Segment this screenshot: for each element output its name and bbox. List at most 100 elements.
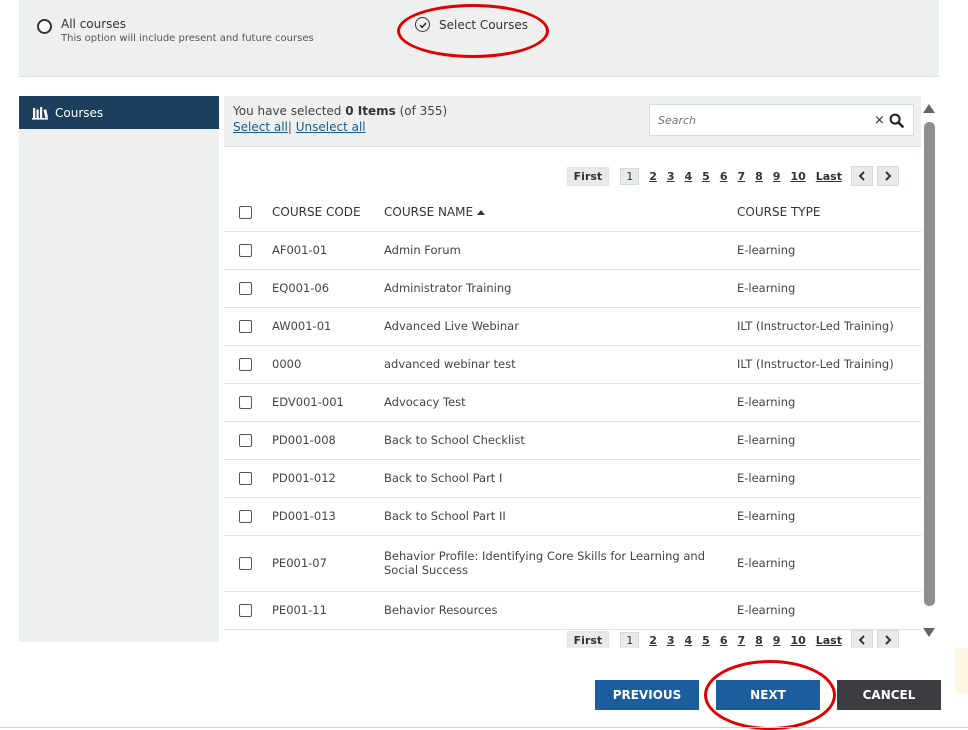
select-courses-label: Select Courses	[439, 17, 528, 32]
page-button[interactable]: 4	[685, 170, 693, 183]
table-row[interactable]: EDV001-001 Advocacy Test E-learning	[224, 383, 921, 422]
next-page-chevron-right-icon[interactable]	[877, 630, 899, 648]
select-all-header-cell	[224, 193, 272, 232]
table-row[interactable]: PD001-013 Back to School Part II E-learn…	[224, 497, 921, 536]
course-type: E-learning	[737, 231, 921, 270]
table-row[interactable]: AW001-01 Advanced Live Webinar ILT (Inst…	[224, 307, 921, 346]
page-button[interactable]: 8	[755, 170, 763, 183]
prev-page-chevron-left-icon[interactable]	[851, 166, 873, 186]
table-row[interactable]: AF001-01 Admin Forum E-learning	[224, 231, 921, 270]
course-type: E-learning	[737, 497, 921, 536]
selection-header: You have selected 0 Items (of 355) Selec…	[224, 96, 921, 147]
search-icon[interactable]	[889, 113, 904, 128]
first-page-button[interactable]: First	[566, 630, 610, 648]
course-type: E-learning	[737, 421, 921, 460]
row-checkbox[interactable]	[239, 244, 252, 257]
courses-tab[interactable]: Courses	[19, 96, 219, 129]
page-button[interactable]: 5	[702, 634, 710, 647]
table-row[interactable]: EQ001-06 Administrator Training E-learni…	[224, 269, 921, 308]
course-type: E-learning	[737, 591, 921, 630]
radio-unselected-icon[interactable]	[37, 19, 52, 34]
page-button[interactable]: 7	[737, 170, 745, 183]
course-scope-options: All courses This option will include pre…	[19, 0, 939, 77]
courses-table: COURSE CODE COURSE NAME COURSE TYPE AF00…	[224, 193, 921, 630]
page-button[interactable]: 7	[737, 634, 745, 647]
selection-count: 0 Items	[345, 104, 396, 118]
row-checkbox[interactable]	[239, 396, 252, 409]
course-code: PD001-008	[272, 421, 384, 460]
all-courses-label: All courses	[61, 17, 127, 31]
pagination-bottom: First 1 2 3 4 5 6 7 8 9 10 Last	[562, 630, 899, 648]
search-input[interactable]	[658, 113, 868, 127]
cancel-button[interactable]: CANCEL	[837, 680, 941, 710]
course-code: PE001-07	[272, 535, 384, 592]
left-panel: Courses	[19, 96, 219, 642]
page-button[interactable]: 1	[620, 167, 640, 185]
table-row[interactable]: PE001-11 Behavior Resources E-learning	[224, 591, 921, 630]
page-button[interactable]: 10	[790, 170, 805, 183]
page-button[interactable]: 2	[649, 170, 657, 183]
page-button[interactable]: 10	[790, 634, 805, 647]
page-button[interactable]: 6	[720, 170, 728, 183]
selection-total: (of 355)	[395, 104, 448, 118]
all-courses-option[interactable]: All courses This option will include pre…	[37, 17, 314, 44]
course-type: E-learning	[737, 383, 921, 422]
course-code: EDV001-001	[272, 383, 384, 422]
page-button[interactable]: 9	[773, 170, 781, 183]
page-button[interactable]: 5	[702, 170, 710, 183]
page-button[interactable]: 2	[649, 634, 657, 647]
course-name: Behavior Resources	[384, 591, 737, 630]
table-row[interactable]: 0000 advanced webinar test ILT (Instruct…	[224, 345, 921, 384]
row-checkbox[interactable]	[239, 472, 252, 485]
course-code: EQ001-06	[272, 269, 384, 308]
row-checkbox[interactable]	[239, 282, 252, 295]
last-page-button[interactable]: Last	[816, 170, 842, 183]
page-button[interactable]: 1	[620, 631, 640, 648]
header-course-name[interactable]: COURSE NAME	[384, 193, 737, 232]
unselect-all-link[interactable]: Unselect all	[296, 120, 366, 134]
row-checkbox[interactable]	[239, 604, 252, 617]
last-page-button[interactable]: Last	[816, 634, 842, 647]
previous-button[interactable]: PREVIOUS	[595, 680, 699, 710]
course-name: Behavior Profile: Identifying Core Skill…	[384, 535, 737, 592]
page-button[interactable]: 3	[667, 170, 675, 183]
selection-prefix: You have selected	[233, 104, 346, 118]
table-row[interactable]: PE001-07 Behavior Profile: Identifying C…	[224, 535, 921, 592]
next-page-chevron-right-icon[interactable]	[877, 166, 899, 186]
row-checkbox[interactable]	[239, 434, 252, 447]
page-button[interactable]: 8	[755, 634, 763, 647]
course-name: Advanced Live Webinar	[384, 307, 737, 346]
header-course-type[interactable]: COURSE TYPE	[737, 193, 921, 232]
select-all-checkbox[interactable]	[239, 205, 252, 219]
library-icon	[32, 106, 48, 120]
row-checkbox[interactable]	[239, 320, 252, 333]
first-page-button[interactable]: First	[566, 166, 610, 186]
course-code: PD001-013	[272, 497, 384, 536]
radio-checked-icon[interactable]	[415, 17, 430, 32]
select-courses-option[interactable]: Select Courses	[415, 17, 528, 32]
all-courses-description: This option will include present and fut…	[61, 33, 314, 44]
course-name: advanced webinar test	[384, 345, 737, 384]
row-checkbox[interactable]	[239, 557, 252, 570]
prev-page-chevron-left-icon[interactable]	[851, 630, 873, 648]
course-name: Advocacy Test	[384, 383, 737, 422]
page-button[interactable]: 3	[667, 634, 675, 647]
course-code: AW001-01	[272, 307, 384, 346]
table-row[interactable]: PD001-012 Back to School Part I E-learni…	[224, 459, 921, 498]
scroll-up-arrow-icon[interactable]	[923, 104, 935, 113]
scrollbar-thumb[interactable]	[924, 122, 935, 606]
page-button[interactable]: 9	[773, 634, 781, 647]
course-code: AF001-01	[272, 231, 384, 270]
header-course-code[interactable]: COURSE CODE	[272, 193, 384, 232]
table-row[interactable]: PD001-008 Back to School Checklist E-lea…	[224, 421, 921, 460]
page-button[interactable]: 6	[720, 634, 728, 647]
clear-icon[interactable]: ×	[874, 113, 885, 128]
select-all-link[interactable]: Select all	[233, 120, 288, 134]
row-checkbox[interactable]	[239, 358, 252, 371]
scroll-down-arrow-icon[interactable]	[923, 628, 935, 637]
course-code: PD001-012	[272, 459, 384, 498]
course-code: PE001-11	[272, 591, 384, 630]
next-button[interactable]: NEXT	[716, 680, 820, 710]
row-checkbox[interactable]	[239, 510, 252, 523]
page-button[interactable]: 4	[685, 634, 693, 647]
